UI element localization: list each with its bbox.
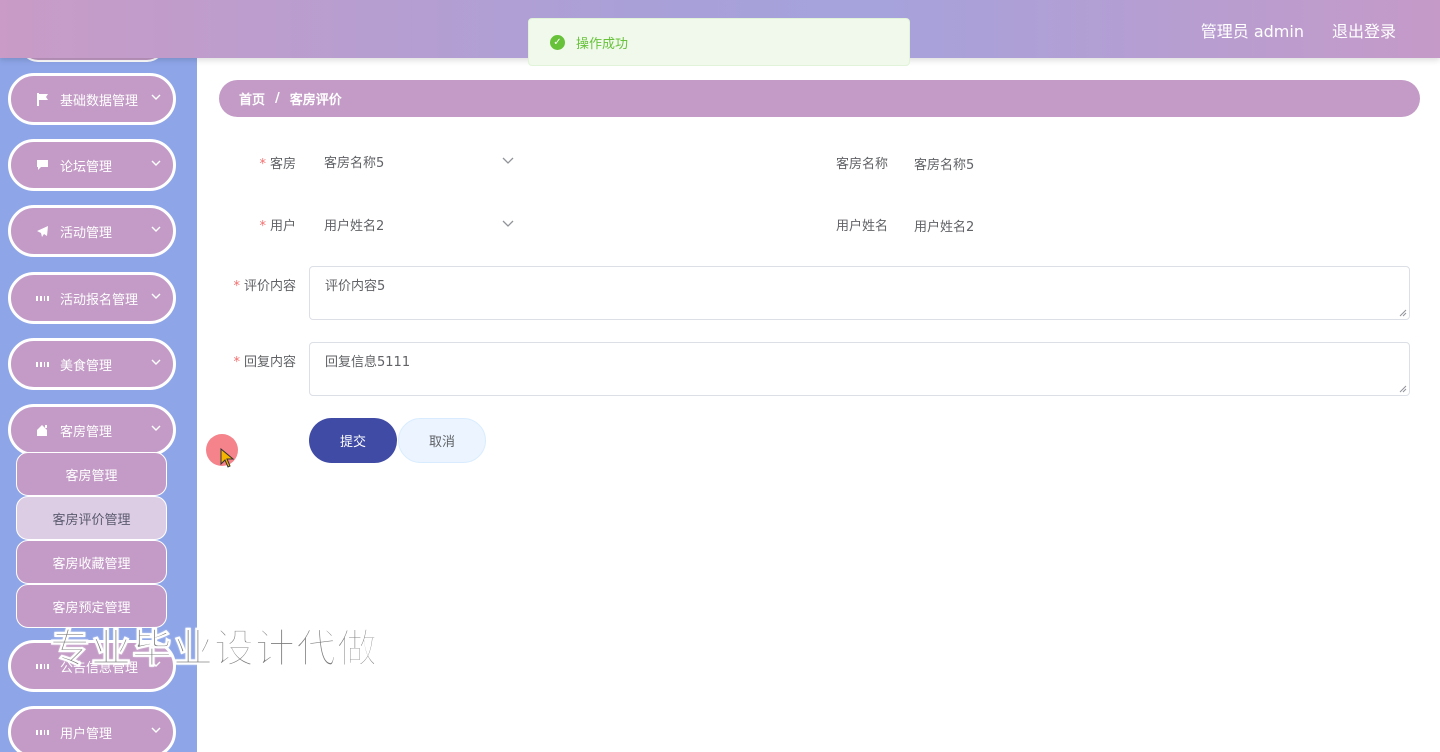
sidebar-item-label: 论坛管理 bbox=[60, 159, 113, 175]
sidebar-item-users[interactable]: 用户管理 bbox=[8, 706, 176, 752]
user-select[interactable]: 用户姓名2 bbox=[324, 208, 514, 240]
sidebar-item-forum[interactable]: 论坛管理 bbox=[8, 139, 176, 191]
submenu-item-label: 客房预定管理 bbox=[52, 600, 131, 616]
sidebar-item-activity[interactable]: 活动管理 bbox=[8, 205, 176, 257]
room-label-text: 客房 bbox=[269, 157, 296, 172]
sidebar-item-rooms[interactable]: 客房管理 bbox=[8, 404, 176, 456]
room-select-value: 客房名称5 bbox=[324, 155, 385, 171]
breadcrumb-current: 客房评价 bbox=[289, 93, 342, 108]
logout-link[interactable]: 退出登录 bbox=[1332, 18, 1396, 42]
chevron-down-icon bbox=[151, 94, 161, 100]
grid-icon bbox=[36, 726, 49, 739]
chat-icon bbox=[36, 159, 49, 172]
sidebar-item-label: 基础数据管理 bbox=[60, 93, 139, 109]
sidebar-item-label: 美食管理 bbox=[60, 358, 113, 374]
room-label: * 客房 bbox=[248, 153, 296, 172]
chevron-down-icon bbox=[502, 157, 514, 164]
success-toast: ✓ 操作成功 bbox=[528, 18, 910, 66]
reply-textarea[interactable]: 回复信息5111 bbox=[309, 342, 1410, 396]
sidebar-item-label: 用户管理 bbox=[60, 726, 113, 742]
send-icon bbox=[36, 225, 49, 238]
resize-grip-icon[interactable] bbox=[1399, 309, 1407, 317]
room-name-label: 客房名称 bbox=[822, 153, 888, 172]
user-label-text: 用户 bbox=[269, 219, 296, 234]
user-select-value: 用户姓名2 bbox=[324, 218, 385, 234]
grid-icon bbox=[36, 358, 49, 371]
comment-label: * 评价内容 bbox=[220, 275, 296, 294]
chevron-down-icon bbox=[151, 160, 161, 166]
submenu-item-room-reviews[interactable]: 客房评价管理 bbox=[16, 496, 167, 540]
required-mark: * bbox=[233, 355, 240, 370]
grid-icon bbox=[36, 292, 49, 305]
breadcrumb: 首页 / 客房评价 bbox=[219, 80, 1420, 117]
user-label: * 用户 bbox=[248, 215, 296, 234]
resize-grip-icon[interactable] bbox=[1399, 385, 1407, 393]
comment-textarea-value: 评价内容5 bbox=[325, 279, 386, 294]
cancel-button[interactable]: 取消 bbox=[398, 418, 486, 463]
submenu-item-label: 客房收藏管理 bbox=[52, 556, 131, 572]
required-mark: * bbox=[259, 157, 266, 172]
required-mark: * bbox=[259, 219, 266, 234]
user-name-label-text: 用户姓名 bbox=[835, 219, 888, 234]
toast-message: 操作成功 bbox=[576, 36, 629, 52]
room-name-label-text: 客房名称 bbox=[835, 157, 888, 172]
chevron-down-icon bbox=[151, 425, 161, 431]
sidebar-item-partial[interactable] bbox=[20, 58, 165, 62]
sidebar-item-food[interactable]: 美食管理 bbox=[8, 338, 176, 390]
chevron-down-icon bbox=[151, 727, 161, 733]
submenu-item-label: 客房管理 bbox=[65, 468, 118, 484]
breadcrumb-home[interactable]: 首页 bbox=[239, 89, 265, 108]
submenu-item-label: 客房评价管理 bbox=[52, 512, 131, 528]
user-name-label: 用户姓名 bbox=[822, 215, 888, 234]
header-user-area: 管理员 admin 退出登录 bbox=[1201, 18, 1396, 42]
user-name-value: 用户姓名2 bbox=[914, 220, 975, 235]
sidebar-item-label: 客房管理 bbox=[60, 424, 113, 440]
required-mark: * bbox=[233, 279, 240, 294]
mouse-cursor-icon bbox=[220, 448, 234, 468]
comment-textarea[interactable]: 评价内容5 bbox=[309, 266, 1410, 320]
sidebar-item-label: 活动报名管理 bbox=[60, 292, 139, 308]
sidebar-item-label: 活动管理 bbox=[60, 225, 113, 241]
submenu-item-room-favorites[interactable]: 客房收藏管理 bbox=[16, 540, 167, 584]
sidebar-item-basic-data[interactable]: 基础数据管理 bbox=[8, 73, 176, 125]
comment-label-text: 评价内容 bbox=[243, 279, 296, 294]
admin-user-label[interactable]: 管理员 admin bbox=[1201, 18, 1304, 42]
reply-label: * 回复内容 bbox=[220, 351, 296, 370]
room-name-value: 客房名称5 bbox=[914, 158, 975, 173]
chevron-down-icon bbox=[151, 359, 161, 365]
home-icon bbox=[36, 424, 49, 437]
grid-icon bbox=[36, 660, 49, 673]
room-select[interactable]: 客房名称5 bbox=[324, 145, 514, 177]
watermark-text: 专业毕业设计代做 bbox=[50, 626, 378, 673]
submit-button[interactable]: 提交 bbox=[309, 418, 397, 463]
check-circle-icon: ✓ bbox=[550, 34, 565, 50]
chevron-down-icon bbox=[151, 226, 161, 232]
reply-label-text: 回复内容 bbox=[243, 355, 296, 370]
chevron-down-icon bbox=[151, 293, 161, 299]
flag-icon bbox=[36, 92, 49, 106]
reply-textarea-value: 回复信息5111 bbox=[325, 355, 411, 370]
submenu-item-rooms[interactable]: 客房管理 bbox=[16, 452, 167, 496]
chevron-down-icon bbox=[502, 220, 514, 227]
breadcrumb-separator: / bbox=[275, 91, 280, 106]
sidebar-item-activity-signup[interactable]: 活动报名管理 bbox=[8, 272, 176, 324]
